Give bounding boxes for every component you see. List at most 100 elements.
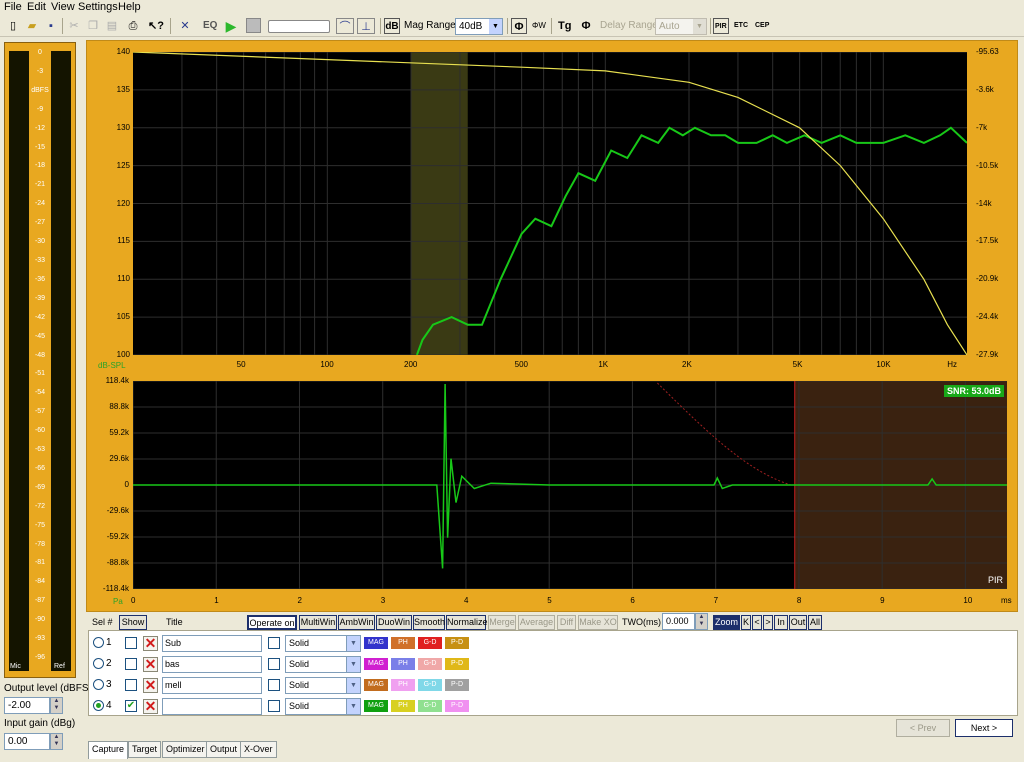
merge-button[interactable]: Merge [488, 615, 516, 630]
trace-chip-p-d[interactable]: P-D [445, 637, 469, 649]
trace-chip-p-d[interactable]: P-D [445, 700, 469, 712]
duowin-button[interactable]: DuoWin [376, 615, 412, 630]
delete-icon[interactable]: ✕ [143, 657, 158, 672]
open-folder-icon[interactable]: ▰ [24, 18, 40, 34]
trace-chip-g-d[interactable]: G-D [418, 679, 442, 691]
row-checkbox[interactable]: ✔ [125, 700, 137, 712]
frequency-response-plot[interactable] [133, 52, 967, 355]
average-button[interactable]: Average [518, 615, 555, 630]
menu-file[interactable]: File [4, 1, 22, 13]
eq-button[interactable]: EQ [203, 18, 217, 34]
delay-range-select[interactable]: Auto ▼ [655, 18, 707, 35]
tab-capture[interactable]: Capture [88, 741, 129, 759]
paste-icon[interactable]: ▤ [104, 18, 120, 34]
measure-icon[interactable]: ✕ [177, 18, 193, 34]
menu-settings[interactable]: Settings [78, 1, 118, 13]
save-icon[interactable]: ▪ [43, 18, 59, 34]
menu-edit[interactable]: Edit [27, 1, 46, 13]
diff-button[interactable]: Diff [557, 615, 576, 630]
output-level-spinner[interactable]: ▲ ▼ [50, 697, 63, 714]
delete-icon[interactable]: ✕ [143, 699, 158, 714]
etc-button[interactable]: ETC [734, 18, 748, 34]
trace-chip-p-d[interactable]: P-D [445, 658, 469, 670]
menu-help[interactable]: Help [118, 1, 141, 13]
trace-chip-mag[interactable]: MAG [364, 637, 388, 649]
row-radio[interactable] [93, 637, 104, 648]
delete-icon[interactable]: ✕ [143, 636, 158, 651]
trace-chip-mag[interactable]: MAG [364, 679, 388, 691]
row-title-field[interactable]: Sub [162, 635, 262, 652]
tab-target[interactable]: Target [128, 741, 162, 758]
two-spinner[interactable]: ▲ ▼ [695, 613, 708, 630]
zoom-next-button[interactable]: > [763, 615, 773, 630]
wrap-phase-icon[interactable]: ΦW [531, 18, 547, 34]
menu-view[interactable]: View [51, 1, 75, 13]
input-gain-field[interactable]: 0.00 [4, 733, 50, 750]
row-radio[interactable] [93, 679, 104, 690]
row-show-checkbox[interactable] [268, 658, 280, 670]
row-checkbox[interactable] [125, 658, 137, 670]
trace-chip-ph[interactable]: PH [391, 658, 415, 670]
zoom-out-button[interactable]: Out [789, 615, 807, 630]
row-checkbox[interactable] [125, 637, 137, 649]
row-show-checkbox[interactable] [268, 679, 280, 691]
trace-chip-ph[interactable]: PH [391, 679, 415, 691]
line-style-select[interactable]: Solid ▼ [285, 635, 361, 652]
copy-icon[interactable]: ❐ [85, 18, 101, 34]
operate-on-button[interactable]: Operate on [247, 615, 297, 630]
delete-icon[interactable]: ✕ [143, 678, 158, 693]
multiwin-button[interactable]: MultiWin [299, 615, 337, 630]
smooth-curve-icon[interactable]: ⌒ [336, 18, 354, 34]
next-button[interactable]: Next > [955, 719, 1013, 737]
print-icon[interactable]: ⎙ [125, 18, 141, 34]
normalize-button[interactable]: Normalize [446, 615, 488, 630]
line-style-select[interactable]: Solid ▼ [285, 656, 361, 673]
two-field[interactable]: 0.000 [662, 613, 695, 630]
show-button[interactable]: Show [119, 615, 147, 630]
line-style-select[interactable]: Solid ▼ [285, 677, 361, 694]
trace-chip-ph[interactable]: PH [391, 700, 415, 712]
trace-chip-g-d[interactable]: G-D [418, 658, 442, 670]
row-radio[interactable] [93, 700, 104, 711]
phase-delay-icon[interactable]: Φ [578, 18, 594, 34]
row-title-field[interactable]: disk [162, 698, 262, 715]
row-title-field[interactable]: mell [162, 677, 262, 694]
zoom-k-button[interactable]: K [741, 615, 751, 630]
cep-button[interactable]: CEP [755, 18, 769, 34]
trace-chip-mag[interactable]: MAG [364, 658, 388, 670]
stop-icon[interactable] [246, 18, 261, 33]
zoom-all-button[interactable]: All [808, 615, 822, 630]
row-title-field[interactable]: bas [162, 656, 262, 673]
row-show-checkbox[interactable] [268, 700, 280, 712]
row-radio[interactable] [93, 658, 104, 669]
smooth-button[interactable]: Smooth [413, 615, 445, 630]
ambwin-button[interactable]: AmbWin [338, 615, 375, 630]
mag-range-select[interactable]: 40dB ▼ [455, 18, 503, 35]
line-style-select[interactable]: Solid ▼ [285, 698, 361, 715]
trace-chip-mag[interactable]: MAG [364, 700, 388, 712]
output-level-field[interactable]: -2.00 [4, 697, 50, 714]
tab-output[interactable]: Output [206, 741, 242, 758]
impulse-response-plot[interactable]: SNR: 53.0dB PIR [133, 381, 1007, 589]
row-show-checkbox[interactable] [268, 637, 280, 649]
input-gain-spinner[interactable]: ▲ ▼ [50, 733, 63, 750]
zoom-in-button[interactable]: In [774, 615, 788, 630]
prev-button[interactable]: < Prev [896, 719, 950, 737]
make-xo-button[interactable]: Make XO [578, 615, 618, 630]
tab-x-over[interactable]: X-Over [240, 741, 277, 758]
trace-chip-ph[interactable]: PH [391, 637, 415, 649]
zoom-prev-button[interactable]: < [752, 615, 762, 630]
phase-icon[interactable]: Φ [511, 18, 527, 34]
play-icon[interactable]: ▶ [223, 18, 239, 34]
db-button[interactable]: dB [384, 18, 400, 34]
row-checkbox[interactable] [125, 679, 137, 691]
step-curve-icon[interactable]: ⊥ [357, 18, 375, 34]
group-delay-button[interactable]: Tg [558, 18, 571, 34]
cut-icon[interactable]: ✂ [66, 18, 82, 34]
trace-chip-p-d[interactable]: P-D [445, 679, 469, 691]
new-file-icon[interactable]: ▯ [5, 18, 21, 34]
trace-chip-g-d[interactable]: G-D [418, 700, 442, 712]
pir-button[interactable]: PIR [713, 18, 729, 34]
trace-chip-g-d[interactable]: G-D [418, 637, 442, 649]
tab-optimizer[interactable]: Optimizer [162, 741, 209, 758]
